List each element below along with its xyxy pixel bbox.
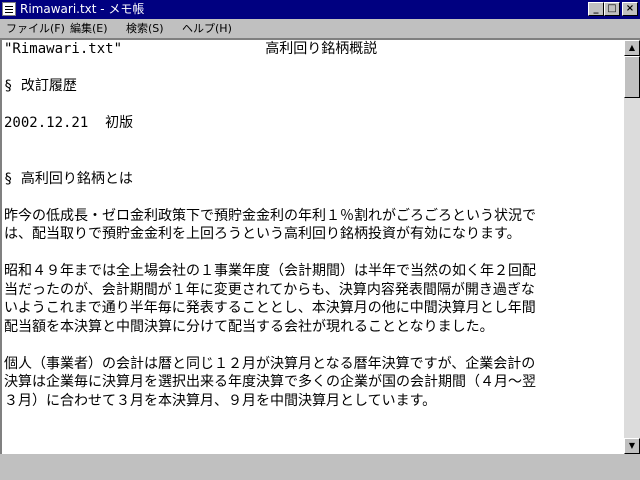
menu-edit[interactable]: 編集(E) xyxy=(70,21,108,36)
text-line: 2002.12.21 初版 xyxy=(4,115,134,131)
text-line xyxy=(4,244,622,263)
document-text[interactable]: "Rimawari.txt" 高利回り銘柄概説 § 改訂履歴 2002.12.2… xyxy=(4,40,622,452)
text-line xyxy=(4,336,622,355)
text-line xyxy=(4,59,622,78)
down-arrow-icon: ▼ xyxy=(628,441,636,450)
scroll-thumb[interactable] xyxy=(624,56,640,98)
menu-file[interactable]: ファイル(F) xyxy=(6,21,65,36)
text-line xyxy=(4,188,622,207)
text-line: "Rimawari.txt" 高利回り銘柄概説 xyxy=(4,41,378,57)
minimize-button[interactable]: _ xyxy=(588,2,604,16)
text-line: 個人（事業者）の会計は暦と同じ１２月が決算月となる暦年決算ですが、企業会計の xyxy=(4,355,536,372)
notepad-window: Rimawari.txt - メモ帳 _ □ × ファイル(F) 編集(E) 検… xyxy=(0,0,640,454)
text-line xyxy=(4,96,622,115)
menu-search[interactable]: 検索(S) xyxy=(126,21,164,36)
text-line: 当だったのが、会計期間が１年に変更されてからも、決算内容発表間隔が開き過ぎな xyxy=(4,281,535,298)
notepad-icon[interactable] xyxy=(2,2,16,16)
title-bar[interactable]: Rimawari.txt - メモ帳 _ □ × xyxy=(0,0,640,19)
text-line: ３月）に合わせて３月を本決算月、９月を中間決算月としています。 xyxy=(4,392,437,409)
text-line: 昭和４９年までは全上場会社の１事業年度（会計期間）は半年で当然の如く年２回配 xyxy=(4,263,536,279)
window-title: Rimawari.txt - メモ帳 xyxy=(20,2,145,16)
desktop-strip xyxy=(0,454,640,480)
vertical-scrollbar[interactable]: ▲ ▼ xyxy=(624,40,640,454)
text-line: § 改訂履歴 xyxy=(4,78,77,94)
text-line: は、配当取りで預貯金金利を上回ろうという高利回り銘柄投資が有効になります。 xyxy=(4,226,521,242)
text-line: § 高利回り銘柄とは xyxy=(4,170,133,187)
up-arrow-icon: ▲ xyxy=(628,43,636,52)
text-line xyxy=(4,151,622,170)
menu-bar: ファイル(F) 編集(E) 検索(S) ヘルプ(H) xyxy=(0,19,640,38)
maximize-button[interactable]: □ xyxy=(604,2,620,16)
text-line xyxy=(4,133,622,152)
text-editor[interactable]: "Rimawari.txt" 高利回り銘柄概説 § 改訂履歴 2002.12.2… xyxy=(0,38,640,454)
text-line: 昨今の低成長・ゼロ金利政策下で預貯金金利の年利１％割れがごろごろという状況で xyxy=(4,207,536,224)
scroll-up-button[interactable]: ▲ xyxy=(624,40,640,56)
close-button[interactable]: × xyxy=(622,2,638,16)
menu-help[interactable]: ヘルプ(H) xyxy=(182,21,232,36)
text-line: 決算は企業毎に決算月を選択出来る年度決算で多くの企業が国の会計期間（４月～翌 xyxy=(4,374,536,390)
text-line: いようこれまで通り半年毎に発表することとし、本決算月の他に中間決算月とし年間 xyxy=(4,300,536,316)
text-line: 配当額を本決算と中間決算に分けて配当する会社が現れることとなりました。 xyxy=(4,318,494,335)
scroll-down-button[interactable]: ▼ xyxy=(624,438,640,454)
